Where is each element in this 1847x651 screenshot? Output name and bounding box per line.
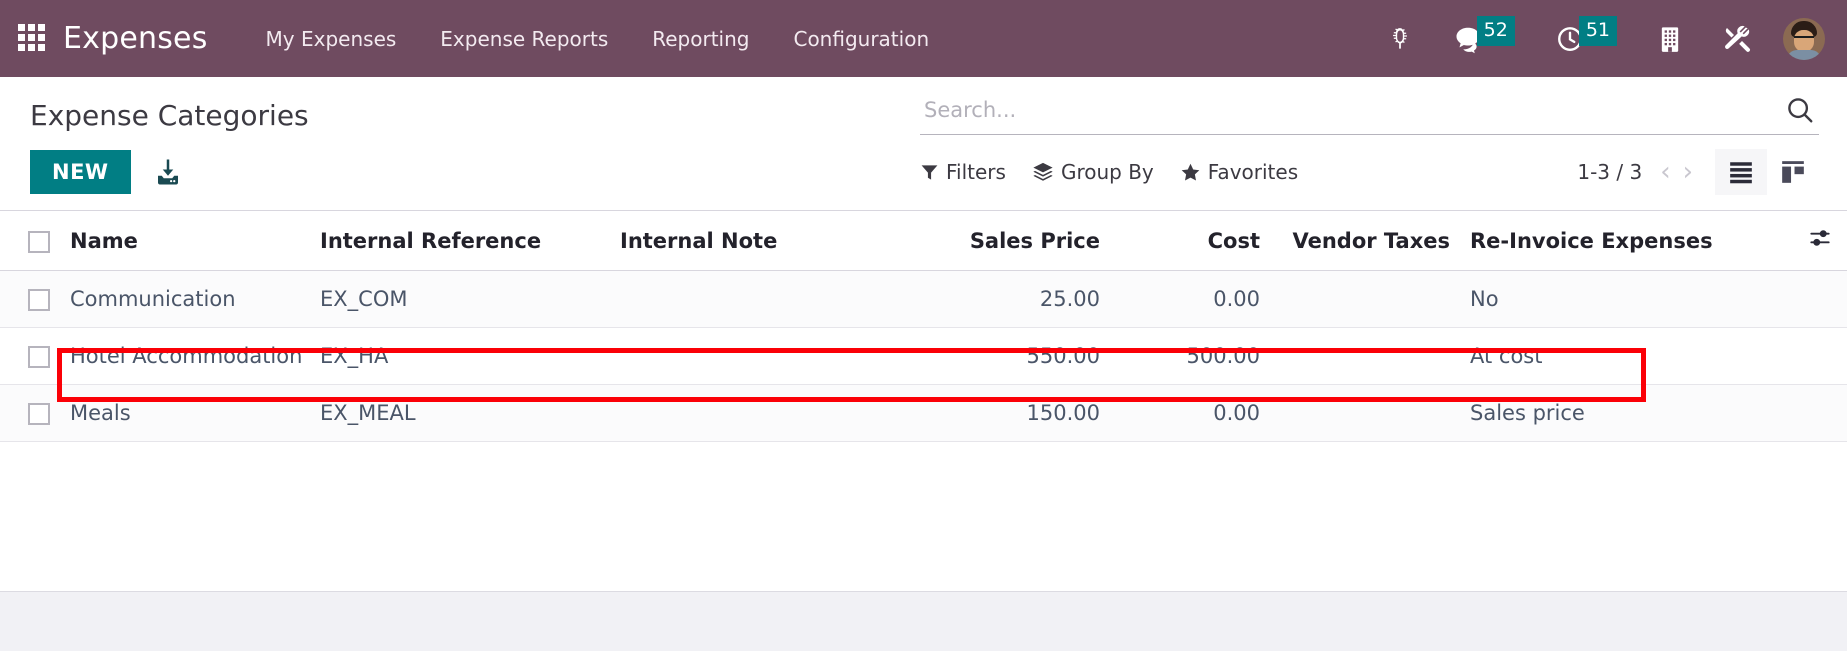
building-icon[interactable]	[1637, 25, 1703, 53]
select-all-checkbox[interactable]	[28, 230, 50, 253]
funnel-icon	[921, 164, 938, 180]
column-header-name[interactable]: Name	[60, 211, 310, 271]
search-icon[interactable]	[1785, 95, 1815, 125]
column-header-sales-price[interactable]: Sales Price	[890, 211, 1110, 271]
search-bar[interactable]	[920, 95, 1819, 135]
cell-sales-price: 150.00	[890, 384, 1110, 442]
cell-internal-reference: EX_MEAL	[310, 384, 610, 442]
page-title: Expense Categories	[30, 99, 309, 132]
select-all-cell	[0, 211, 60, 271]
menu-item-configuration[interactable]: Configuration	[771, 27, 951, 51]
expense-categories-table: Name Internal Reference Internal Note Sa…	[0, 211, 1847, 442]
cell-reinvoice-expenses: At cost	[1460, 327, 1760, 385]
table-body: Communication EX_COM 25.00 0.00 No Hotel…	[0, 270, 1847, 442]
column-header-internal-reference[interactable]: Internal Reference	[310, 211, 610, 271]
view-switcher	[1715, 149, 1819, 195]
row-checkbox[interactable]	[28, 289, 50, 311]
group-by-label: Group By	[1060, 160, 1154, 184]
cell-reinvoice-expenses: No	[1460, 270, 1760, 328]
kanban-icon	[1782, 161, 1804, 183]
cell-name: Communication	[60, 270, 310, 328]
apps-grid-icon[interactable]	[18, 23, 48, 54]
favorites-label: Favorites	[1207, 160, 1299, 184]
activities-counter[interactable]: 51	[1535, 15, 1637, 54]
row-select-cell	[0, 327, 60, 385]
kanban-view-toggle[interactable]	[1767, 149, 1819, 195]
cell-internal-note	[610, 270, 890, 328]
column-header-vendor-taxes[interactable]: Vendor Taxes	[1270, 211, 1460, 271]
column-options-cell	[1760, 211, 1847, 271]
tools-icon[interactable]	[1703, 24, 1773, 54]
row-select-cell	[0, 384, 60, 442]
menu-item-expense-reports[interactable]: Expense Reports	[418, 27, 630, 51]
cell-reinvoice-expenses: Sales price	[1460, 384, 1760, 442]
cell-internal-reference: EX_HA	[310, 327, 610, 385]
menu-item-my-expenses[interactable]: My Expenses	[244, 27, 419, 51]
pager-range: 1-3 / 3	[1577, 160, 1643, 184]
cell-sales-price: 550.00	[890, 327, 1110, 385]
cell-cost: 0.00	[1110, 384, 1270, 442]
search-input[interactable]	[924, 98, 1785, 122]
row-checkbox[interactable]	[28, 346, 50, 368]
table-header-row: Name Internal Reference Internal Note Sa…	[0, 211, 1847, 271]
cell-cost: 0.00	[1110, 270, 1270, 328]
cell-options	[1760, 327, 1847, 385]
control-panel-left: Expense Categories NEW	[0, 77, 920, 210]
chevron-right-icon[interactable]: ›	[1677, 159, 1699, 185]
list-icon	[1730, 162, 1752, 184]
action-buttons: NEW	[30, 150, 920, 210]
cell-internal-note	[610, 384, 890, 442]
records-table-container: Name Internal Reference Internal Note Sa…	[0, 211, 1847, 442]
control-panel: Expense Categories NEW Search... Filters…	[0, 77, 1847, 211]
page-root: Expenses My Expenses Expense Reports Rep…	[0, 0, 1847, 651]
row-select-cell	[0, 270, 60, 328]
main-menu: My Expenses Expense Reports Reporting Co…	[244, 27, 952, 51]
column-header-reinvoice-expenses[interactable]: Re-Invoice Expenses	[1460, 211, 1760, 271]
cell-options	[1760, 384, 1847, 442]
filters-button[interactable]: Filters	[920, 160, 1006, 184]
layers-icon	[1033, 162, 1053, 181]
import-download-icon[interactable]	[153, 157, 183, 187]
group-by-button[interactable]: Group By	[1032, 160, 1154, 184]
filter-toolbar: Filters Group By Favorites 1-3 / 3 ‹ ›	[920, 149, 1819, 203]
column-options-icon[interactable]	[1807, 230, 1833, 254]
systray: 52 51	[1367, 15, 1825, 60]
column-header-internal-note[interactable]: Internal Note	[610, 211, 890, 271]
chevron-left-icon[interactable]: ‹	[1654, 159, 1676, 185]
cell-cost: 500.00	[1110, 327, 1270, 385]
star-icon	[1181, 163, 1200, 181]
app-brand-title[interactable]: Expenses	[63, 21, 208, 56]
cell-vendor-taxes	[1270, 327, 1460, 385]
row-checkbox[interactable]	[28, 403, 50, 425]
cell-vendor-taxes	[1270, 384, 1460, 442]
favorites-button[interactable]: Favorites	[1180, 160, 1298, 184]
cell-internal-reference: EX_COM	[310, 270, 610, 328]
activities-badge: 51	[1578, 15, 1617, 46]
table-row[interactable]: Meals EX_MEAL 150.00 0.00 Sales price	[0, 384, 1847, 442]
top-navbar: Expenses My Expenses Expense Reports Rep…	[0, 0, 1847, 77]
menu-item-reporting[interactable]: Reporting	[630, 27, 771, 51]
footer-strip	[0, 591, 1847, 651]
messages-counter[interactable]: 52	[1433, 15, 1535, 54]
cell-name: Meals	[60, 384, 310, 442]
filters-label: Filters	[946, 160, 1006, 184]
cell-vendor-taxes	[1270, 270, 1460, 328]
cell-sales-price: 25.00	[890, 270, 1110, 328]
column-header-cost[interactable]: Cost	[1110, 211, 1270, 271]
table-header: Name Internal Reference Internal Note Sa…	[0, 211, 1847, 271]
list-view-toggle[interactable]	[1715, 149, 1767, 195]
cell-options	[1760, 270, 1847, 328]
user-avatar[interactable]	[1783, 17, 1825, 60]
new-button[interactable]: NEW	[30, 150, 131, 194]
control-panel-right: Filters Group By Fav	[920, 77, 1847, 203]
table-row[interactable]: Communication EX_COM 25.00 0.00 No	[0, 270, 1847, 328]
table-row[interactable]: Hotel Accommodation EX_HA 550.00 500.00 …	[0, 327, 1847, 385]
cell-internal-note	[610, 327, 890, 385]
bug-icon[interactable]	[1367, 26, 1433, 52]
messages-badge: 52	[1476, 15, 1515, 46]
cell-name: Hotel Accommodation	[60, 327, 310, 385]
